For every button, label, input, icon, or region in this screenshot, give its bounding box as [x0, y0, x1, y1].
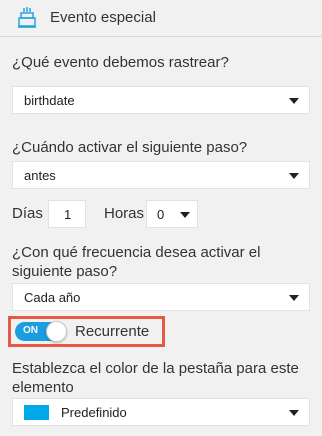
- days-input-value: 1: [64, 207, 72, 222]
- timing-select[interactable]: antes: [12, 161, 310, 189]
- cake-icon: [18, 7, 36, 28]
- tab-color-select[interactable]: Predefinido: [12, 398, 310, 426]
- tab-color-value: Predefinido: [61, 405, 127, 420]
- frequency-select[interactable]: Cada año: [12, 283, 310, 311]
- chevron-down-icon: [180, 212, 190, 218]
- recurrence-toggle[interactable]: ON: [15, 321, 67, 342]
- chevron-down-icon: [289, 173, 299, 179]
- toggle-knob[interactable]: [46, 321, 67, 342]
- hours-select-value: 0: [157, 207, 165, 222]
- days-input[interactable]: 1: [48, 200, 86, 228]
- chevron-down-icon: [289, 410, 299, 416]
- toggle-state-text: ON: [23, 325, 38, 336]
- section-header: Evento especial: [0, 0, 322, 37]
- event-question-label: ¿Qué evento debemos rastrear?: [12, 54, 229, 71]
- recurrence-highlight: ON Recurrente: [8, 316, 165, 347]
- timing-question-label: ¿Cuándo activar el siguiente paso?: [12, 139, 248, 156]
- recurrence-label: Recurrente: [75, 323, 150, 340]
- chevron-down-icon: [289, 295, 299, 301]
- section-title: Evento especial: [50, 9, 156, 26]
- hours-label: Horas: [104, 205, 145, 222]
- event-select-value: birthdate: [24, 93, 75, 108]
- hours-select[interactable]: 0: [146, 200, 198, 228]
- frequency-question-label: ¿Con qué frecuencia desea activar el sig…: [12, 244, 261, 280]
- event-select[interactable]: birthdate: [12, 86, 310, 114]
- days-label: Días: [12, 205, 43, 222]
- tab-color-label: Establezca el color de la pestaña para e…: [12, 360, 299, 396]
- color-swatch: [24, 405, 49, 420]
- chevron-down-icon: [289, 98, 299, 104]
- timing-select-value: antes: [24, 168, 56, 183]
- frequency-select-value: Cada año: [24, 290, 81, 305]
